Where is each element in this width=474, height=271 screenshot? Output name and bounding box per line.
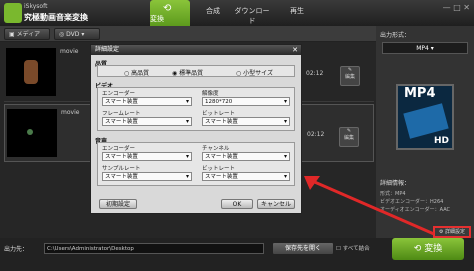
merge-label: すべて結合 xyxy=(342,246,370,252)
tab-convert[interactable]: ⟲ 変換 xyxy=(150,0,190,26)
output-label: 出力先： xyxy=(4,246,29,253)
audio-bitrate-label: ビットレート xyxy=(202,166,236,172)
radio-small[interactable]: ○ 小型サイズ xyxy=(236,68,273,77)
maximize-icon[interactable]: □ xyxy=(453,3,461,12)
mp4-label: MP4 xyxy=(404,86,436,101)
video-box: エンコーダー スマート装置 解像度 1280*720 フレームレート スマート装… xyxy=(97,87,295,131)
audio-encoder-select[interactable]: スマート装置 xyxy=(102,152,192,161)
close-icon[interactable]: ✕ xyxy=(463,3,470,12)
video-bitrate-label: ビットレート xyxy=(202,111,236,117)
brand-name: iSkysoft xyxy=(24,3,48,10)
app-title: 究極動画音楽変換 xyxy=(24,13,88,22)
convert-button[interactable]: ⟲ 変換 xyxy=(392,238,464,260)
convert-icon: ⟲ xyxy=(413,244,422,254)
file-name: movie xyxy=(61,109,80,116)
video-encoder-label: エンコーダー xyxy=(102,91,136,97)
framerate-select[interactable]: スマート装置 xyxy=(102,117,192,126)
cancel-button[interactable]: キャンセル xyxy=(257,199,295,209)
video-bitrate-select[interactable]: スマート装置 xyxy=(202,117,290,126)
reset-button[interactable]: 初期設定 xyxy=(99,199,137,209)
tab-convert-label: 変換 xyxy=(150,15,164,23)
format-select[interactable]: MP4 ▾ xyxy=(382,42,468,54)
merge-checkbox[interactable]: ☐ すべて結合 xyxy=(336,244,370,252)
tab-merge-label: 合成 xyxy=(206,7,220,15)
add-dvd-label: DVD xyxy=(66,31,80,38)
app-logo xyxy=(4,3,22,23)
samplerate-select[interactable]: スマート装置 xyxy=(102,172,192,181)
channel-select[interactable]: スマート装置 xyxy=(202,152,290,161)
minimize-icon[interactable]: — xyxy=(443,3,451,12)
tab-download[interactable]: ダウンロード xyxy=(232,6,272,25)
quality-box: ○ 高品質 ◉ 標準品質 ○ 小型サイズ xyxy=(97,65,295,77)
framerate-label: フレームレート xyxy=(102,111,141,117)
radio-high[interactable]: ○ 高品質 xyxy=(124,68,149,77)
hd-label: HD xyxy=(434,136,450,146)
advanced-settings-dialog: 詳細設定 ✕ 品質 ○ 高品質 ◉ 標準品質 ○ 小型サイズ ビデオ エンコーダ… xyxy=(90,44,302,214)
radio-standard[interactable]: ◉ 標準品質 xyxy=(172,68,203,77)
add-dvd-button[interactable]: ◎ DVD ▾ xyxy=(54,28,100,40)
radio-small-label: 小型サイズ xyxy=(243,70,273,77)
file-duration: 02:12 xyxy=(306,70,324,77)
video-thumbnail xyxy=(6,48,56,96)
add-media-button[interactable]: ▣ メディア xyxy=(4,28,50,40)
output-path-field[interactable]: C:\Users\Administrator\Desktop xyxy=(44,243,264,254)
file-name: movie xyxy=(60,48,79,55)
format-value: MP4 xyxy=(416,45,429,52)
open-folder-button[interactable]: 保存先を開く xyxy=(272,242,334,255)
radio-standard-label: 標準品質 xyxy=(179,70,204,77)
audio-box: エンコーダー スマート装置 チャンネル スマート装置 サンプルレート スマート装… xyxy=(97,142,295,186)
convert-label: 変換 xyxy=(424,244,443,254)
tab-play-label: 再生 xyxy=(290,7,304,15)
add-media-label: メディア xyxy=(16,31,41,38)
ok-button[interactable]: OK xyxy=(221,199,253,209)
film-icon xyxy=(403,103,449,139)
edit-button[interactable]: ✎ 編集 xyxy=(339,127,359,147)
format-label: 出力形式： xyxy=(380,32,411,39)
file-duration: 02:12 xyxy=(307,131,325,138)
samplerate-label: サンプルレート xyxy=(102,166,141,172)
audio-encoder-label: エンコーダー xyxy=(102,146,136,152)
convert-icon: ⟲ xyxy=(163,3,172,14)
window-controls[interactable]: — □ ✕ xyxy=(443,3,470,12)
video-thumbnail xyxy=(7,109,57,157)
radio-high-label: 高品質 xyxy=(131,70,150,77)
tab-play[interactable]: 再生 xyxy=(282,6,312,24)
video-encoder-select[interactable]: スマート装置 xyxy=(102,97,192,106)
resolution-select[interactable]: 1280*720 xyxy=(202,97,290,106)
bottom-bar: 出力先： C:\Users\Administrator\Desktop 保存先を… xyxy=(0,238,474,271)
edit-label: 編集 xyxy=(343,135,354,141)
dialog-title: 詳細設定 xyxy=(91,45,301,55)
advanced-settings-label: 詳細設定 xyxy=(445,229,466,235)
resolution-label: 解像度 xyxy=(202,91,219,97)
audio-bitrate-select[interactable]: スマート装置 xyxy=(202,172,290,181)
channel-label: チャンネル xyxy=(202,146,230,152)
annotation-arrow xyxy=(304,176,435,236)
edit-label: 編集 xyxy=(344,74,355,80)
tab-download-label: ダウンロード xyxy=(234,7,270,25)
edit-button[interactable]: ✎ 編集 xyxy=(340,66,360,86)
tab-merge[interactable]: 合成 xyxy=(198,6,228,24)
close-icon[interactable]: ✕ xyxy=(292,45,298,55)
